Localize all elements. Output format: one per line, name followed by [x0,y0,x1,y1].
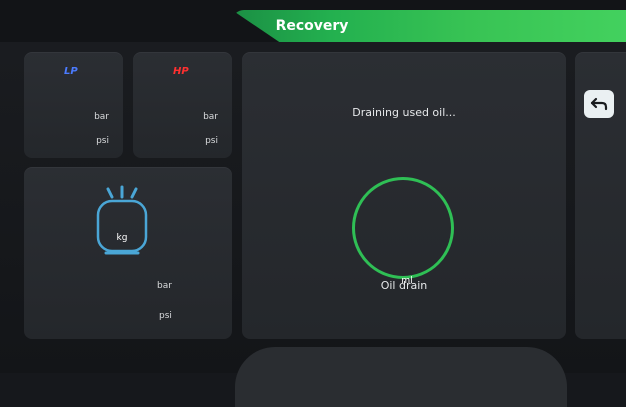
page-title: Recovery [275,18,349,34]
tank-unit-bar: bar [157,281,172,291]
lp-unit-psi: psi [96,136,109,146]
lp-unit-bar: bar [94,112,109,122]
oil-drain-label: Oil drain [380,279,428,292]
back-button[interactable] [584,90,614,118]
lp-label: LP [64,66,78,77]
lp-gauge-card: LP bar psi [24,52,123,158]
bottom-panel-edge [235,347,567,407]
hp-label: HP [173,66,189,77]
tank-unit-psi: psi [159,311,172,321]
oil-drain-panel: Draining used oil... ml Oil drain [242,52,566,339]
status-text: Draining used oil... [352,106,456,119]
hp-gauge-card: HP bar psi [133,52,232,158]
refrigerant-tank-icon [96,185,148,255]
oil-drain-ring: ml [352,177,454,286]
hp-unit-bar: bar [203,112,218,122]
back-arrow-icon [590,97,608,111]
hp-unit-psi: psi [205,136,218,146]
screen: Recovery LP bar psi HP bar psi kg bar ps… [0,0,626,407]
tank-card: kg bar psi [24,167,232,339]
tank-weight-unit: kg [116,233,128,243]
